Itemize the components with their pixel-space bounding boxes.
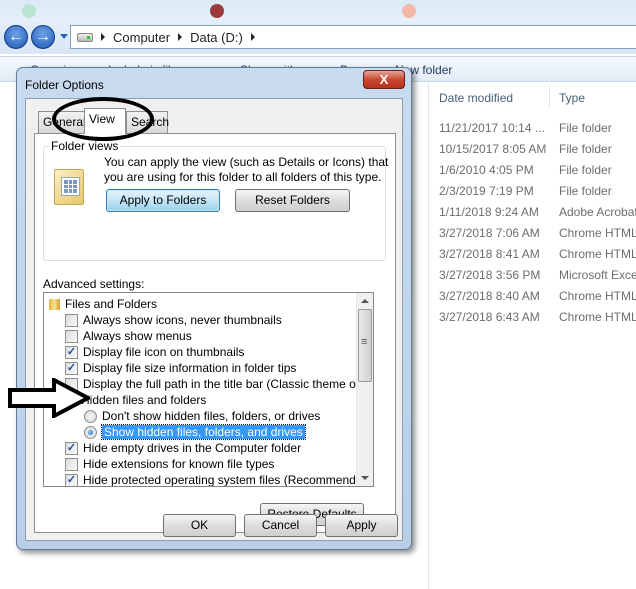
checkbox-checked-icon[interactable]: ✓ [65, 473, 78, 486]
reset-folders-button[interactable]: Reset Folders [235, 189, 350, 212]
blurred-tab-icon [402, 4, 416, 18]
file-type: File folder [559, 163, 612, 177]
setting-label: Hide protected operating system files (R… [83, 473, 374, 487]
tab-view[interactable]: View [84, 108, 126, 134]
file-date-modified: 3/27/2018 8:41 AM [439, 247, 540, 261]
advanced-settings-list[interactable]: Files and Folders Always show icons, neve… [43, 292, 374, 487]
setting-label: Hide extensions for known file types [83, 457, 275, 471]
breadcrumb-arrow-icon[interactable] [250, 33, 255, 41]
cancel-button[interactable]: Cancel [244, 514, 317, 537]
setting-label: Show hidden files, folders, and drives [101, 424, 306, 440]
blurred-tab-icon [22, 4, 36, 18]
settings-group-header: Files and Folders [49, 296, 157, 312]
setting-label: Files and Folders [65, 297, 158, 311]
breadcrumb-data-drive[interactable]: Data (D:) [190, 30, 243, 45]
setting-label: Don't show hidden files, folders, or dri… [102, 409, 321, 423]
file-type: Chrome HTML [559, 310, 636, 324]
file-date-modified: 3/27/2018 6:43 AM [439, 310, 540, 324]
file-date-modified: 10/15/2017 8:05 AM [439, 142, 547, 156]
file-type: File folder [559, 142, 612, 156]
file-type: Chrome HTML [559, 226, 636, 240]
file-date-modified: 11/21/2017 10:14 ... [439, 121, 545, 135]
file-date-modified: 1/6/2010 4:05 PM [439, 163, 534, 177]
file-type: Chrome HTML [559, 289, 636, 303]
file-date-modified: 1/11/2018 9:24 AM [439, 205, 539, 219]
vertical-scrollbar[interactable] [356, 293, 373, 486]
column-header-type[interactable]: Type [559, 91, 585, 105]
checkbox-unchecked-icon[interactable] [65, 313, 78, 327]
setting-checkbox[interactable]: Always show menus [65, 328, 192, 344]
back-button[interactable]: ← [4, 25, 28, 49]
setting-radio[interactable]: Don't show hidden files, folders, or dri… [84, 408, 320, 424]
apply-button[interactable]: Apply [325, 514, 398, 537]
setting-checkbox[interactable]: Always show icons, never thumbnails [65, 312, 282, 328]
checkbox-unchecked-icon[interactable] [65, 377, 78, 391]
file-type: Adobe Acrobat [559, 205, 636, 219]
file-type: File folder [559, 184, 612, 198]
setting-label: Hidden files and folders [81, 393, 207, 407]
setting-label: Display the full path in the title bar (… [83, 377, 374, 391]
tab-search[interactable]: Search [126, 111, 169, 133]
column-header-date-modified[interactable]: Date modified [439, 91, 513, 105]
radio-unselected-icon[interactable] [84, 409, 97, 423]
folder-icon [65, 394, 76, 406]
dialog-title: Folder Options [25, 78, 104, 92]
apply-to-folders-button[interactable]: Apply to Folders [106, 189, 220, 212]
file-type: Microsoft Excel [559, 268, 636, 282]
address-bar[interactable]: Computer Data (D:) [70, 25, 636, 49]
scroll-down-icon[interactable] [361, 476, 369, 480]
setting-label: Display file icon on thumbnails [83, 345, 245, 359]
radio-selected-icon[interactable] [84, 425, 97, 439]
setting-checkbox[interactable]: Hide extensions for known file types [65, 456, 274, 472]
folder-views-icon [54, 169, 84, 205]
ok-button[interactable]: OK [163, 514, 236, 537]
setting-checkbox[interactable]: ✓ Hide protected operating system files (… [65, 472, 374, 487]
breadcrumb-arrow-icon[interactable] [178, 33, 183, 41]
folder-views-description: You can apply the view (such as Details … [104, 155, 389, 184]
breadcrumb-computer[interactable]: Computer [113, 30, 170, 45]
checkbox-unchecked-icon[interactable] [65, 329, 78, 343]
close-button[interactable]: X [363, 70, 405, 89]
folder-views-label: Folder views [49, 139, 121, 153]
taskbar-tabs-blurred [0, 0, 636, 22]
setting-checkbox[interactable]: ✓ Display file icon on thumbnails [65, 344, 244, 360]
folder-icon [49, 298, 60, 310]
file-type: File folder [559, 121, 612, 135]
checkbox-unchecked-icon[interactable] [65, 457, 78, 471]
checkbox-checked-icon[interactable]: ✓ [65, 345, 78, 359]
breadcrumb-arrow-icon[interactable] [101, 33, 105, 41]
setting-radio[interactable]: Show hidden files, folders, and drives [84, 424, 306, 440]
setting-checkbox[interactable]: Display the full path in the title bar (… [65, 376, 374, 392]
advanced-settings-label: Advanced settings: [43, 277, 145, 291]
settings-group-header: Hidden files and folders [65, 392, 206, 408]
file-type: Chrome HTML [559, 247, 636, 261]
tab-general[interactable]: General [38, 111, 86, 133]
dialog-body: General View Search Folder views You can… [25, 98, 403, 541]
file-date-modified: 3/27/2018 7:06 AM [439, 226, 540, 240]
file-date-modified: 3/27/2018 3:56 PM [439, 268, 541, 282]
setting-label: Always show icons, never thumbnails [83, 313, 282, 327]
file-list: Date modified Type 11/21/2017 10:14 ... F… [428, 82, 636, 589]
folder-views-group: Folder views You can apply the view (suc… [43, 139, 389, 261]
scroll-up-icon[interactable] [361, 299, 369, 303]
drive-icon [77, 32, 93, 42]
file-date-modified: 3/27/2018 8:40 AM [439, 289, 540, 303]
view-tab-panel: Folder views You can apply the view (suc… [34, 133, 396, 533]
forward-button[interactable]: → [31, 25, 55, 49]
checkbox-checked-icon[interactable]: ✓ [65, 361, 78, 375]
blurred-tab-icon [210, 4, 224, 18]
setting-checkbox[interactable]: ✓ Display file size information in folder… [65, 360, 296, 376]
scrollbar-thumb[interactable] [358, 309, 372, 382]
recent-pages-dropdown[interactable] [60, 34, 68, 39]
column-separator[interactable] [549, 86, 550, 108]
setting-checkbox[interactable]: ✓ Hide empty drives in the Computer folde… [65, 440, 301, 456]
setting-label: Display file size information in folder … [83, 361, 297, 375]
file-date-modified: 2/3/2019 7:19 PM [439, 184, 534, 198]
navigation-bar: ← → Computer Data (D:) [0, 22, 636, 54]
setting-label: Hide empty drives in the Computer folder [83, 441, 302, 455]
setting-label: Always show menus [83, 329, 192, 343]
checkbox-checked-icon[interactable]: ✓ [65, 441, 78, 455]
folder-options-dialog: Folder Options X General View Search Fol… [16, 67, 412, 550]
